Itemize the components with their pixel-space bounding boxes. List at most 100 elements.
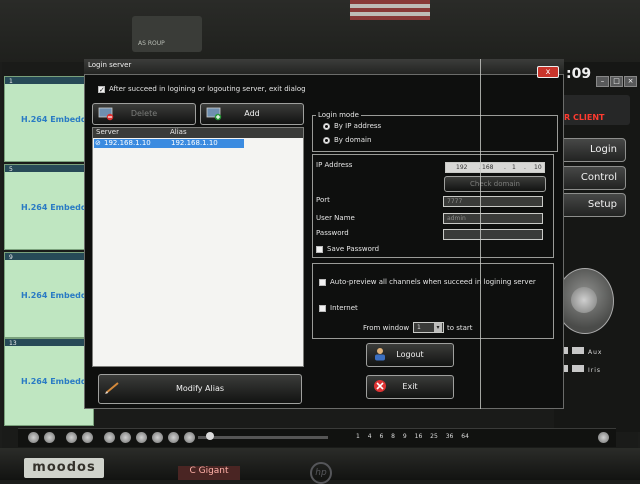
ip-address-label: IP Address [316, 161, 353, 169]
close-circle-icon [374, 380, 386, 392]
save-password-option[interactable]: Save Password [316, 245, 379, 253]
monitor-top-edge [0, 0, 640, 62]
by-ip-label: By IP address [334, 122, 382, 130]
video-panel-number: 5 [9, 166, 13, 173]
add-button[interactable]: Add [200, 103, 304, 125]
server-list-header: Server Alias [93, 128, 303, 138]
logout-button[interactable]: Logout [366, 343, 454, 367]
ip-part: 1 [512, 164, 516, 171]
port-label: Port [316, 196, 330, 204]
user-name-label: User Name [316, 214, 355, 222]
dropdown-arrow-icon[interactable]: ▾ [434, 323, 442, 332]
server-list[interactable] [92, 127, 304, 367]
password-label: Password [316, 229, 349, 237]
video-panel-number: 1 [9, 78, 13, 85]
wall-logo-text: AS ROUP [138, 40, 165, 47]
close-icon[interactable]: × [624, 76, 637, 87]
logout-label: Logout [396, 350, 424, 359]
login-side-button[interactable]: Login [558, 138, 626, 162]
maximize-icon[interactable]: □ [610, 76, 623, 87]
ptz-center-button[interactable] [571, 287, 597, 313]
video-panel-number: 9 [9, 254, 13, 261]
toolbar-icon[interactable] [184, 432, 195, 443]
delete-icon [98, 107, 114, 121]
check-domain-button[interactable]: Check domain [444, 176, 546, 192]
video-panel-label: H.264 Embedd [21, 291, 87, 300]
ip-separator: . [504, 164, 506, 171]
video-panel-label: H.264 Embedd [21, 203, 87, 212]
server-row-server: 192.168.1.10 [104, 139, 151, 147]
auto-preview-label: Auto-preview all channels when succeed i… [330, 278, 536, 286]
progress-track[interactable] [198, 436, 328, 439]
video-panel-label: H.264 Embedd [21, 377, 87, 386]
video-panel-header [5, 77, 93, 84]
ip-address-input[interactable]: 192 . 168 . 1 . 10 [445, 162, 545, 173]
exit-label: Exit [402, 382, 418, 391]
toolbar-icon[interactable] [28, 432, 39, 443]
video-panel-1[interactable]: 1 H.264 Embedd [4, 76, 94, 162]
minimize-icon[interactable]: – [596, 76, 609, 87]
desk-card: C Gigant [178, 466, 240, 480]
setup-side-button[interactable]: Setup [558, 193, 626, 217]
by-domain-option[interactable]: By domain [323, 136, 371, 144]
toolbar-icon[interactable] [136, 432, 147, 443]
toolbar-icon[interactable] [598, 432, 609, 443]
ptz-plus-button[interactable] [572, 365, 584, 372]
dialog-close-button[interactable]: x [537, 66, 559, 78]
video-panel-label: H.264 Embedd [21, 115, 87, 124]
login-mode-title: Login mode [316, 111, 361, 119]
preview-group: Auto-preview all channels when succeed i… [312, 263, 554, 339]
auto-exit-option[interactable]: After succeed in logining or logouting s… [98, 85, 306, 93]
modify-alias-button[interactable]: Modify Alias [98, 374, 302, 404]
auto-preview-option[interactable]: Auto-preview all channels when succeed i… [319, 278, 536, 286]
toolbar-icon[interactable] [44, 432, 55, 443]
video-panel-number: 13 [9, 340, 17, 347]
ptz-iris-label: Iris [588, 367, 602, 374]
window-controls: – □ × [596, 68, 638, 87]
by-domain-label: By domain [334, 136, 372, 144]
column-header-alias[interactable]: Alias [170, 128, 187, 136]
pencil-icon [105, 382, 119, 394]
toolbar-icon[interactable] [104, 432, 115, 443]
dialog-titlebar[interactable] [84, 59, 564, 75]
internet-option[interactable]: Internet [319, 304, 358, 312]
column-header-server[interactable]: Server [96, 128, 119, 136]
save-password-label: Save Password [327, 245, 380, 253]
server-row-icon: ⊘ [95, 139, 101, 147]
video-panel-header [5, 339, 93, 346]
exit-button[interactable]: Exit [366, 375, 454, 399]
toolbar-icon[interactable] [66, 432, 77, 443]
toolbar-icon[interactable] [168, 432, 179, 443]
dialog-title: Login server [88, 61, 132, 69]
delete-button[interactable]: Delete [92, 103, 196, 125]
server-list-row[interactable]: ⊘ 192.168.1.10 192.168.1.10 [94, 139, 244, 148]
by-domain-radio[interactable] [323, 136, 330, 144]
ip-part: 168 [482, 164, 494, 171]
video-panel-header [5, 253, 93, 260]
progress-knob[interactable] [206, 432, 214, 440]
by-ip-radio[interactable] [323, 122, 330, 130]
from-window-select[interactable]: 1 ▾ [413, 322, 444, 333]
layout-selector[interactable]: 1 4 6 8 9 16 25 36 64 [356, 433, 469, 440]
ptz-plus-button[interactable] [572, 347, 584, 354]
auto-exit-checkbox[interactable] [98, 85, 105, 93]
toolbar-icon[interactable] [120, 432, 131, 443]
by-ip-option[interactable]: By IP address [323, 122, 381, 130]
from-window-value: 1 [417, 324, 421, 331]
ptz-aux-label: Aux [588, 349, 603, 356]
user-name-input[interactable]: admin [443, 213, 543, 224]
port-input[interactable]: 7777 [443, 196, 543, 207]
internet-label: Internet [330, 304, 358, 312]
auto-preview-checkbox[interactable] [319, 278, 326, 286]
toolbar-icon[interactable] [152, 432, 163, 443]
video-panel-9[interactable]: 9 H.264 Embedd [4, 252, 94, 338]
save-password-checkbox[interactable] [316, 245, 323, 253]
video-panel-5[interactable]: 5 H.264 Embedd [4, 164, 94, 250]
internet-checkbox[interactable] [319, 304, 326, 312]
desk-sticker: moodos [24, 458, 104, 478]
password-input[interactable] [443, 229, 543, 240]
video-panel-13[interactable]: 13 H.264 Embedd [4, 338, 94, 426]
clock: :09 [566, 66, 592, 82]
control-side-button[interactable]: Control [558, 166, 626, 190]
toolbar-icon[interactable] [82, 432, 93, 443]
